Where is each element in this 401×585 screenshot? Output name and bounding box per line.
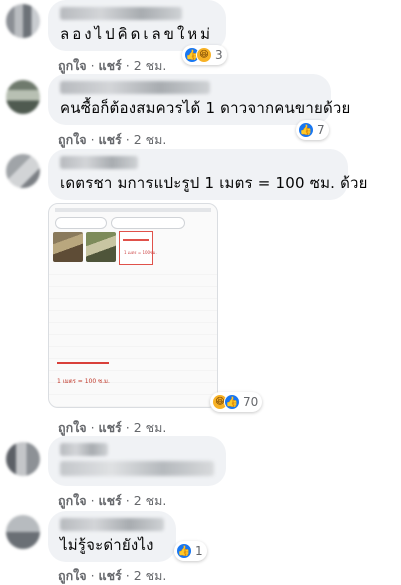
reaction-summary[interactable]: 👍 1: [174, 541, 207, 561]
commenter-name-redacted[interactable]: [60, 443, 108, 456]
comment-actions: ถูกใจ · แชร์ · 2 ชม.: [58, 130, 166, 150]
share-link[interactable]: แชร์: [99, 568, 122, 583]
comment-text-redacted: [60, 461, 214, 476]
commenter-name-redacted[interactable]: [60, 518, 164, 531]
commenter-avatar[interactable]: [6, 442, 40, 476]
timestamp[interactable]: 2 ชม.: [134, 58, 167, 73]
commenter-avatar[interactable]: [6, 515, 40, 549]
timestamp[interactable]: 2 ชม.: [134, 420, 167, 435]
comment-text: คนซื้อก็ต้องสมควรได้ 1 ดาวจากคนขายด้วย: [60, 99, 351, 117]
timestamp[interactable]: 2 ชม.: [134, 493, 167, 508]
separator: ·: [90, 132, 99, 147]
separator: ·: [90, 568, 99, 583]
reaction-count: 70: [243, 395, 259, 409]
product-thumbnail: [53, 232, 83, 262]
separator: ·: [125, 58, 134, 73]
separator: ·: [125, 132, 134, 147]
commenter-avatar[interactable]: [6, 80, 40, 114]
comment-actions: ถูกใจ · แชร์ · 2 ชม.: [58, 56, 166, 76]
reaction-count: 7: [317, 123, 325, 137]
like-link[interactable]: ถูกใจ: [58, 132, 87, 147]
comment-actions: ถูกใจ · แชร์ · 2 ชม.: [58, 418, 166, 438]
comment-bubble: ลองไปคิดเลขใหม่: [48, 0, 226, 51]
commenter-avatar[interactable]: [6, 154, 40, 188]
comment-bubble: คนซื้อก็ต้องสมควรได้ 1 ดาวจากคนขายด้วย: [48, 74, 351, 125]
like-link[interactable]: ถูกใจ: [58, 420, 87, 435]
comment-text: ลองไปคิดเลขใหม่: [60, 25, 214, 43]
reaction-count: 3: [215, 48, 223, 62]
measure-line: [57, 362, 109, 364]
share-link[interactable]: แชร์: [99, 58, 122, 73]
like-link[interactable]: ถูกใจ: [58, 58, 87, 73]
separator: ·: [125, 420, 134, 435]
like-icon: 👍: [298, 122, 314, 138]
comment-actions: ถูกใจ · แชร์ · 2 ชม.: [58, 566, 166, 585]
comment-actions: ถูกใจ · แชร์ · 2 ชม.: [58, 491, 166, 511]
product-size-box: 1 เมตร = 100ซม.: [119, 231, 157, 265]
comment-bubble: [48, 436, 226, 486]
image-caption: 1 เมตร = 100 ซ.ม.: [57, 378, 110, 385]
reaction-summary[interactable]: 👍 7: [296, 120, 329, 140]
image-filter-chip: [55, 217, 107, 229]
share-link[interactable]: แชร์: [99, 493, 122, 508]
attached-image[interactable]: 1 เมตร = 100ซม. 1 เมตร = 100 ซ.ม.: [48, 203, 218, 408]
separator: ·: [125, 493, 134, 508]
commenter-avatar[interactable]: [6, 4, 40, 38]
separator: ·: [125, 568, 134, 583]
commenter-name-redacted[interactable]: [60, 81, 210, 94]
product-thumbnail: [86, 232, 116, 262]
like-link[interactable]: ถูกใจ: [58, 493, 87, 508]
commenter-name-redacted[interactable]: [60, 7, 182, 20]
like-link[interactable]: ถูกใจ: [58, 568, 87, 583]
comment-text: ไม่รู้จะด่ายังไง: [60, 536, 154, 554]
separator: ·: [90, 58, 99, 73]
separator: ·: [90, 493, 99, 508]
comment-bubble: ไม่รู้จะด่ายังไง: [48, 511, 176, 562]
reaction-count: 1: [195, 544, 203, 558]
comment-text: เดตรชา มการแปะรูป 1 เมตร = 100 ซม. ด้วย: [60, 174, 368, 192]
like-icon: 👍: [224, 394, 240, 410]
share-link[interactable]: แชร์: [99, 132, 122, 147]
reaction-summary[interactable]: 👍 😆 3: [182, 45, 227, 65]
separator: ·: [90, 420, 99, 435]
timestamp[interactable]: 2 ชม.: [134, 568, 167, 583]
timestamp[interactable]: 2 ชม.: [134, 132, 167, 147]
haha-icon: 😆: [196, 47, 212, 63]
share-link[interactable]: แชร์: [99, 420, 122, 435]
commenter-name-redacted[interactable]: [60, 156, 138, 169]
reaction-summary[interactable]: 😆 👍 70: [210, 392, 263, 412]
like-icon: 👍: [176, 543, 192, 559]
comment-bubble: เดตรชา มการแปะรูป 1 เมตร = 100 ซม. ด้วย: [48, 149, 368, 200]
image-filter-chip: [111, 217, 185, 229]
